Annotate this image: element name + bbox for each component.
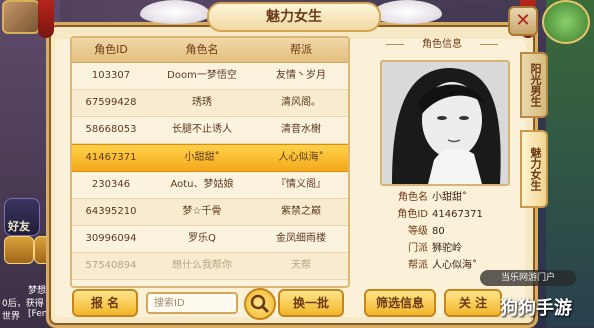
cell-role-id: 67599428 (85, 97, 137, 108)
header-role-name: 角色名 (185, 43, 219, 56)
refresh-button[interactable]: 换一批 (278, 289, 344, 317)
cell-role-id: 64395210 (85, 206, 137, 217)
pet-avatar[interactable] (542, 0, 590, 44)
cell-guild: 『情义阁』 (276, 179, 326, 190)
header-role-id: 角色ID (94, 43, 128, 56)
info-row-level: 等级 80 (408, 226, 445, 237)
signup-button[interactable]: 报 名 (72, 289, 138, 317)
table-row[interactable]: 103307 Doom一梦悟空 友情丶岁月 (72, 63, 348, 90)
ranking-table: 角色ID 角色名 帮派 103307 Doom一梦悟空 友情丶岁月 67599428 琇… (70, 36, 350, 288)
table-row[interactable]: 58668053 长腿不止诱人 清音水榭 (72, 117, 348, 144)
close-icon: ✕ (515, 10, 531, 31)
header-guild: 帮派 (290, 43, 312, 56)
cell-role-name: 小甜甜˚ (184, 152, 220, 163)
cell-role-name: Aotu、梦姑娘 (170, 179, 234, 190)
cell-guild: 友情丶岁月 (276, 70, 326, 81)
watermark-badge: 当乐网游门户 (480, 270, 576, 286)
table-header: 角色ID 角色名 帮派 (72, 38, 348, 63)
cell-guild: 天帮 (291, 260, 311, 271)
table-row[interactable]: 67599428 琇琇 清风阁。 (72, 90, 348, 117)
role-info-title: 角色信息 (386, 36, 498, 54)
filter-button[interactable]: 筛选信息 (364, 289, 436, 317)
close-button[interactable]: ✕ (508, 6, 538, 36)
table-row[interactable]: 41467371 小甜甜˚ 人心似海˚ (72, 144, 348, 172)
cell-role-id: 230346 (91, 179, 131, 190)
cell-guild: 紫禁之巅 (281, 206, 321, 217)
wing-right-ornament (372, 0, 442, 24)
cell-role-name: Doom一梦悟空 (167, 70, 237, 81)
follow-button[interactable]: 关 注 (444, 289, 502, 317)
cell-role-name: 长腿不止诱人 (172, 124, 232, 135)
cell-guild: 清风阁。 (281, 97, 321, 108)
cell-role-name: 罗乐Q (188, 233, 216, 244)
cell-guild: 清音水榭 (281, 124, 321, 135)
table-body: 103307 Doom一梦悟空 友情丶岁月 67599428 琇琇 清风阁。 5866805… (72, 63, 348, 280)
role-info-pane: 角色信息 角色名 小甜甜˚ 角色ID 41467371 等级 80 门派 狮驼岭 帮派人… (370, 36, 516, 284)
tab-sunshine-boys[interactable]: 阳光男生 (520, 52, 548, 118)
cell-role-id: 103307 (91, 70, 131, 81)
tab-charm-girls[interactable]: 魅力女生 (520, 130, 548, 208)
watermark-text: 狗狗手游 (500, 298, 572, 319)
info-row-id: 角色ID 41467371 (397, 209, 483, 220)
cell-role-id: 30996094 (85, 233, 137, 244)
cell-guild: 人心似海˚ (278, 152, 324, 163)
cell-role-id: 57540894 (85, 260, 137, 271)
portrait-image (382, 62, 508, 184)
wing-left-ornament (140, 0, 210, 24)
cell-guild: 金凤细雨楼 (276, 233, 326, 244)
cell-role-name: 想什么我帮你 (172, 260, 232, 271)
friend-label: 好友 (8, 220, 30, 233)
player-avatar[interactable] (2, 0, 40, 34)
info-row-name: 角色名 小甜甜˚ (398, 192, 467, 203)
cell-role-id: 41467371 (85, 152, 137, 163)
search-icon (250, 294, 269, 313)
role-portrait (380, 60, 510, 186)
search-button[interactable] (244, 288, 276, 320)
table-row[interactable]: 57540894 想什么我帮你 天帮 (72, 253, 348, 280)
table-row[interactable]: 230346 Aotu、梦姑娘 『情义阁』 (72, 172, 348, 199)
cell-role-id: 58668053 (85, 124, 137, 135)
cell-role-name: 琇琇 (192, 97, 212, 108)
table-row[interactable]: 64395210 梦☆千骨 紫禁之巅 (72, 199, 348, 226)
info-row-sect: 门派 狮驼岭 (408, 243, 462, 254)
table-row[interactable]: 30996094 罗乐Q 金凤细雨楼 (72, 226, 348, 253)
panel-title: 魅力女生 (207, 2, 381, 32)
chat-line: 世界 (2, 312, 21, 322)
cell-role-name: 梦☆千骨 (182, 206, 222, 217)
search-input[interactable] (146, 292, 238, 314)
chat-line: 0后，获得 (2, 299, 44, 309)
curtain-left (38, 0, 54, 38)
chat-button[interactable] (4, 236, 34, 264)
